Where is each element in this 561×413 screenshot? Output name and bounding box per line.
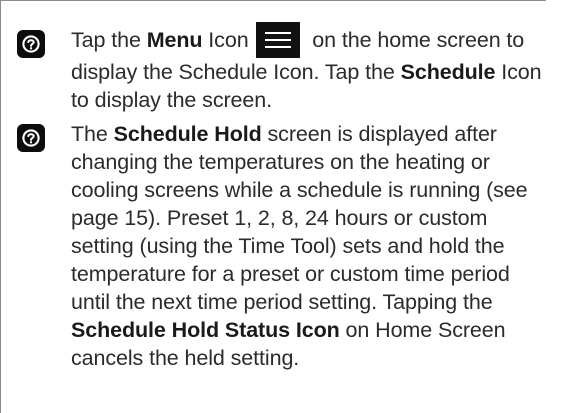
- top-border-line: [0, 0, 546, 1]
- bold-term-schedule: Schedule: [400, 60, 496, 84]
- question-circle-icon: [17, 30, 45, 58]
- instruction-text-menu: Tap the Menu Icon on the home screen to …: [71, 22, 549, 114]
- hamburger-menu-icon: [256, 22, 301, 58]
- text-segment: Tap the: [71, 28, 147, 52]
- instruction-text-schedule-hold: The Schedule Hold screen is displayed af…: [71, 120, 549, 372]
- text-segment: screen is displayed after changing the t…: [71, 122, 528, 314]
- question-circle-icon: [17, 124, 45, 152]
- left-border-line: [0, 0, 1, 413]
- bold-term-menu: Menu: [146, 28, 203, 52]
- bold-term-schedule-hold-status-icon: Schedule Hold Status Icon: [71, 318, 340, 342]
- text-segment: The: [71, 122, 114, 146]
- text-segment: Icon: [202, 28, 255, 52]
- bold-term-schedule-hold: Schedule Hold: [113, 122, 262, 146]
